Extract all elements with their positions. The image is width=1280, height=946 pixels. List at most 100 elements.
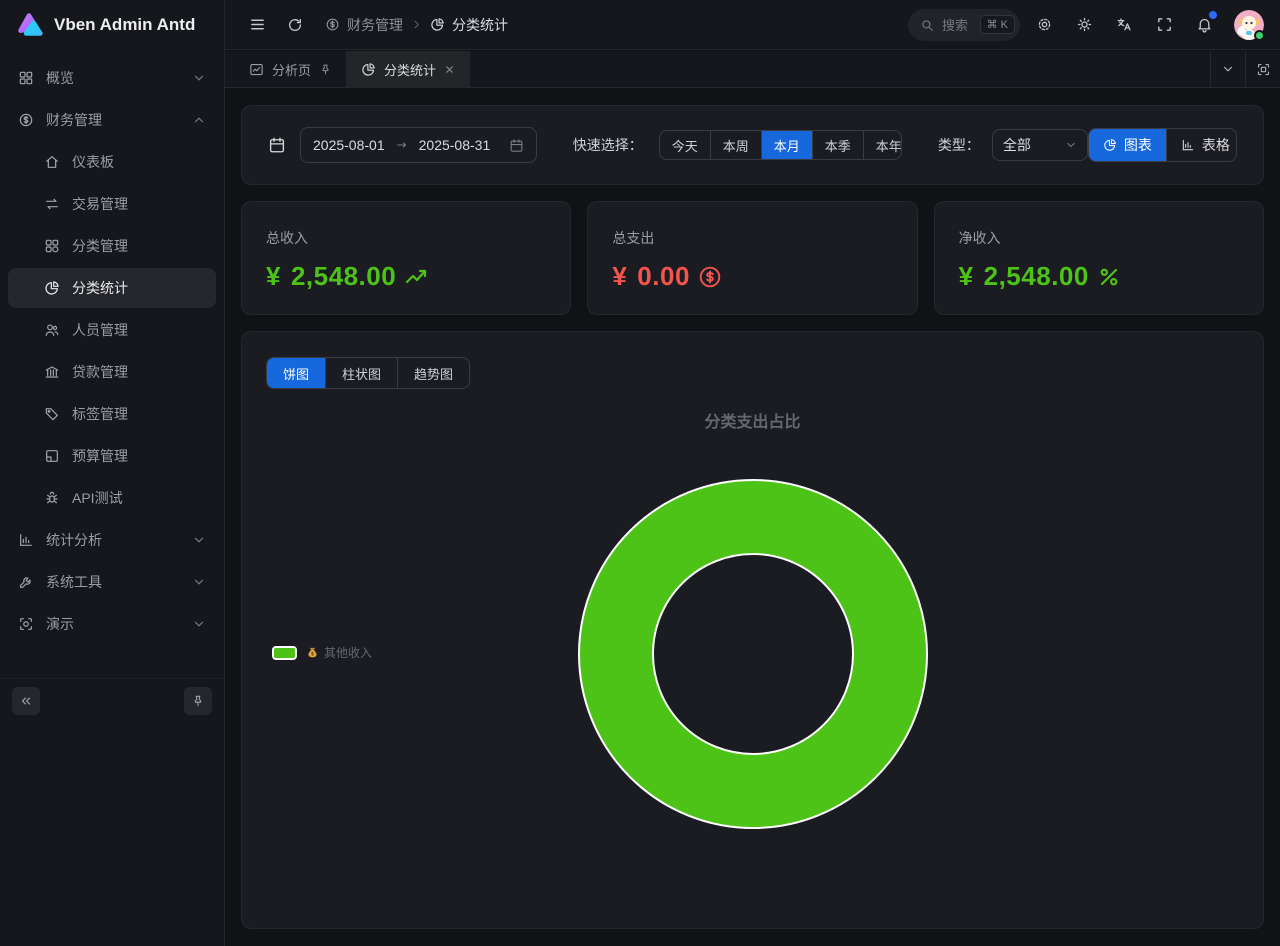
quick-select-group: 今天 本周 本月 本季 本年 xyxy=(659,130,902,160)
stat-label: 净收入 xyxy=(959,228,1239,248)
close-icon[interactable] xyxy=(444,64,455,75)
translate-icon xyxy=(1116,16,1133,33)
sidebar-item-finance[interactable]: 财务管理 xyxy=(8,100,216,140)
sidebar-toggle-button[interactable] xyxy=(241,9,273,41)
sidebar: Vben Admin Antd 概览 财务管理 仪表板 xyxy=(0,0,225,946)
dollar-circle-icon xyxy=(18,112,34,128)
fullscreen-button[interactable] xyxy=(1148,9,1180,41)
filter-bar: 2025-08-01 2025-08-31 快速选择： 今天 本周 本月 本季 … xyxy=(241,105,1264,185)
chart-tab-trend[interactable]: 趋势图 xyxy=(397,358,469,388)
sidebar-item-category-stats[interactable]: 分类统计 xyxy=(8,268,216,308)
breadcrumb-label: 财务管理 xyxy=(347,15,403,35)
app-title: Vben Admin Antd xyxy=(54,15,195,35)
sidebar-item-categories[interactable]: 分类管理 xyxy=(8,226,216,266)
legend-swatch xyxy=(272,646,297,660)
pin-icon[interactable] xyxy=(319,63,332,76)
sidebar-item-loans[interactable]: 贷款管理 xyxy=(8,352,216,392)
quick-option-month[interactable]: 本月 xyxy=(761,131,812,159)
sidebar-item-api-test[interactable]: API测试 xyxy=(8,478,216,518)
donut-chart xyxy=(577,478,929,830)
pie-chart-icon xyxy=(44,280,60,296)
notification-badge xyxy=(1209,11,1217,19)
tabbar-controls xyxy=(1210,51,1280,87)
swap-arrows-icon xyxy=(44,196,60,212)
tabs-dropdown-button[interactable] xyxy=(1210,51,1245,87)
sidebar-item-label: 统计分析 xyxy=(46,530,102,550)
bank-icon xyxy=(44,364,60,380)
sidebar-menu: 概览 财务管理 仪表板 交易管理 xyxy=(0,50,224,644)
pie-chart-icon xyxy=(430,17,445,32)
chart-tab-pie[interactable]: 饼图 xyxy=(267,358,325,388)
tab-analytics[interactable]: 分析页 xyxy=(235,51,347,87)
sidebar-item-system-tools[interactable]: 系统工具 xyxy=(8,562,216,602)
chart-panel: 饼图 柱状图 趋势图 分类支出占比 其他收入 xyxy=(241,331,1264,929)
quick-option-week[interactable]: 本周 xyxy=(710,131,761,159)
hamburger-menu-icon xyxy=(249,16,266,33)
language-switch-button[interactable] xyxy=(1108,9,1140,41)
chevron-down-icon xyxy=(192,71,206,85)
quick-option-today[interactable]: 今天 xyxy=(660,131,710,159)
arrow-right-icon xyxy=(395,138,409,152)
chart-tab-bar[interactable]: 柱状图 xyxy=(325,358,397,388)
quick-option-year[interactable]: 本年 xyxy=(863,131,902,159)
sidebar-item-label: API测试 xyxy=(72,488,123,508)
chart-type-tabs: 饼图 柱状图 趋势图 xyxy=(266,357,470,389)
view-mode-label: 表格 xyxy=(1202,135,1230,155)
global-search-button[interactable]: 搜索 ⌘ K xyxy=(908,9,1020,41)
app-logo[interactable]: Vben Admin Antd xyxy=(0,0,224,50)
breadcrumb-item-finance[interactable]: 财务管理 xyxy=(325,15,403,35)
sidebar-item-label: 人员管理 xyxy=(72,320,128,340)
theme-toggle-button[interactable] xyxy=(1068,9,1100,41)
people-icon xyxy=(44,322,60,338)
preferences-button[interactable] xyxy=(1028,9,1060,41)
sidebar-item-label: 财务管理 xyxy=(46,110,102,130)
pie-chart-icon xyxy=(1103,138,1117,152)
sidebar-item-label: 系统工具 xyxy=(46,572,102,592)
sidebar-item-transactions[interactable]: 交易管理 xyxy=(8,184,216,224)
breadcrumb: 财务管理 分类统计 xyxy=(325,15,508,35)
sidebar-pin-button[interactable] xyxy=(184,687,212,715)
refresh-button[interactable] xyxy=(279,9,311,41)
view-mode-chart-button[interactable]: 图表 xyxy=(1089,129,1166,161)
stat-amount: 2,548.00 xyxy=(984,261,1089,292)
bar-chart-icon xyxy=(18,532,34,548)
tab-category-stats[interactable]: 分类统计 xyxy=(347,51,470,87)
user-menu[interactable] xyxy=(1228,10,1264,40)
sidebar-item-label: 分类统计 xyxy=(72,278,128,298)
online-status-dot xyxy=(1254,30,1265,41)
trend-up-icon xyxy=(404,265,428,289)
category-grid-icon xyxy=(44,238,60,254)
sidebar-item-tags[interactable]: 标签管理 xyxy=(8,394,216,434)
sidebar-item-demo[interactable]: 演示 xyxy=(8,604,216,644)
type-select[interactable]: 全部 xyxy=(992,129,1088,161)
dollar-circle-icon xyxy=(698,265,722,289)
sidebar-item-budget[interactable]: 预算管理 xyxy=(8,436,216,476)
legend-item-other-income[interactable]: 其他收入 xyxy=(272,644,372,661)
sidebar-item-overview[interactable]: 概览 xyxy=(8,58,216,98)
chart-title: 分类支出占比 xyxy=(242,408,1263,432)
sidebar-item-label: 交易管理 xyxy=(72,194,128,214)
sidebar-item-dashboard[interactable]: 仪表板 xyxy=(8,142,216,182)
bug-icon xyxy=(44,490,60,506)
breadcrumb-item-category-stats[interactable]: 分类统计 xyxy=(430,15,508,35)
wrench-icon xyxy=(18,574,34,590)
content-maximize-button[interactable] xyxy=(1245,51,1280,87)
chevron-down-icon xyxy=(1221,62,1235,76)
view-mode-label: 图表 xyxy=(1124,135,1152,155)
notifications-button[interactable] xyxy=(1188,9,1220,41)
search-placeholder: 搜索 xyxy=(942,15,968,34)
budget-icon xyxy=(44,448,60,464)
view-mode-table-button[interactable]: 表格 xyxy=(1166,129,1237,161)
sidebar-item-members[interactable]: 人员管理 xyxy=(8,310,216,350)
double-chevron-left-icon xyxy=(19,694,33,708)
sidebar-item-statistics[interactable]: 统计分析 xyxy=(8,520,216,560)
stat-value: ¥2,548.00 xyxy=(266,261,546,292)
sidebar-collapse-button[interactable] xyxy=(12,687,40,715)
main-content: 2025-08-01 2025-08-31 快速选择： 今天 本周 本月 本季 … xyxy=(225,89,1280,946)
tag-icon xyxy=(44,406,60,422)
view-mode-toggle: 图表 表格 xyxy=(1088,128,1237,162)
date-range-picker[interactable]: 2025-08-01 2025-08-31 xyxy=(300,127,537,163)
pin-icon xyxy=(191,694,205,708)
stat-card-total-income: 总收入 ¥2,548.00 xyxy=(241,201,571,315)
quick-option-quarter[interactable]: 本季 xyxy=(812,131,863,159)
